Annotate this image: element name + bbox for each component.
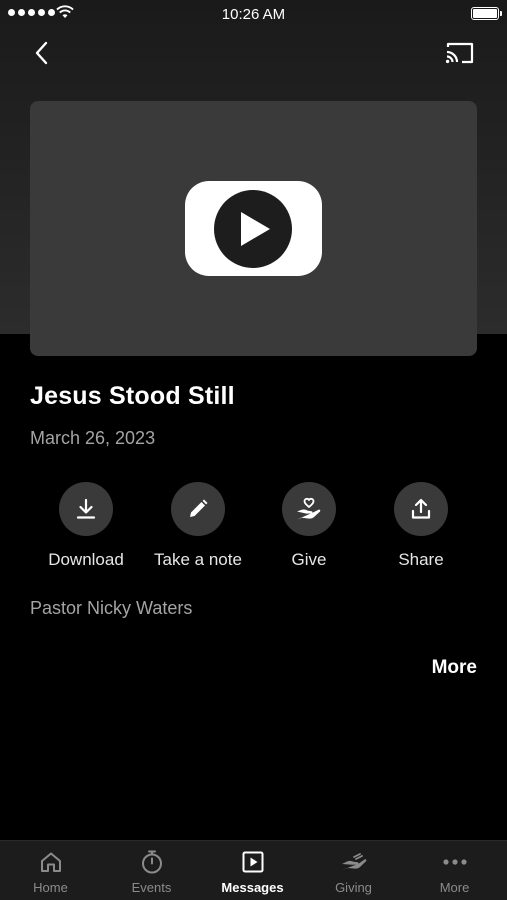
tab-home-label: Home (33, 880, 68, 895)
status-bar: 10:26 AM (0, 0, 507, 28)
tab-messages[interactable]: Messages (202, 841, 303, 900)
tab-events-label: Events (131, 880, 172, 895)
download-icon (76, 498, 96, 519)
stopwatch-icon (141, 850, 162, 874)
tab-messages-label: Messages (221, 880, 284, 895)
tab-more-label: More (439, 880, 470, 895)
share-button[interactable]: Share (365, 482, 477, 570)
download-label: Download (48, 550, 124, 569)
cast-button[interactable] (443, 38, 477, 68)
status-time: 10:26 AM (221, 6, 286, 23)
action-row: Download Take a note Give Share (30, 482, 477, 572)
give-button[interactable]: Give (253, 482, 365, 570)
youtube-play-icon[interactable] (185, 181, 322, 276)
tab-events[interactable]: Events (101, 841, 202, 900)
giving-hand-heart-icon (297, 497, 321, 520)
battery-icon (471, 7, 502, 20)
take-note-label: Take a note (154, 550, 242, 569)
message-title: Jesus Stood Still (30, 382, 235, 410)
take-note-button[interactable]: Take a note (142, 482, 254, 570)
tab-home[interactable]: Home (0, 841, 101, 900)
cast-icon (445, 42, 474, 64)
play-square-icon (242, 851, 263, 873)
share-icon (411, 498, 431, 519)
give-label: Give (291, 550, 327, 569)
home-icon (40, 852, 61, 872)
tab-giving[interactable]: Giving (303, 841, 404, 900)
giving-hand-icon (341, 853, 366, 870)
share-label: Share (398, 550, 444, 569)
message-date: March 26, 2023 (30, 428, 156, 448)
tab-bar: Home Events Messages Giving More (0, 840, 507, 900)
tab-giving-label: Giving (335, 880, 372, 895)
ellipsis-icon (442, 859, 467, 865)
pencil-icon (190, 499, 208, 517)
more-link[interactable]: More (432, 657, 477, 679)
video-player[interactable] (30, 101, 477, 356)
speaker-name: Pastor Nicky Waters (30, 598, 193, 618)
tab-more[interactable]: More (404, 841, 505, 900)
back-button[interactable] (26, 38, 56, 68)
download-button[interactable]: Download (30, 482, 142, 570)
chevron-left-icon (35, 41, 48, 65)
